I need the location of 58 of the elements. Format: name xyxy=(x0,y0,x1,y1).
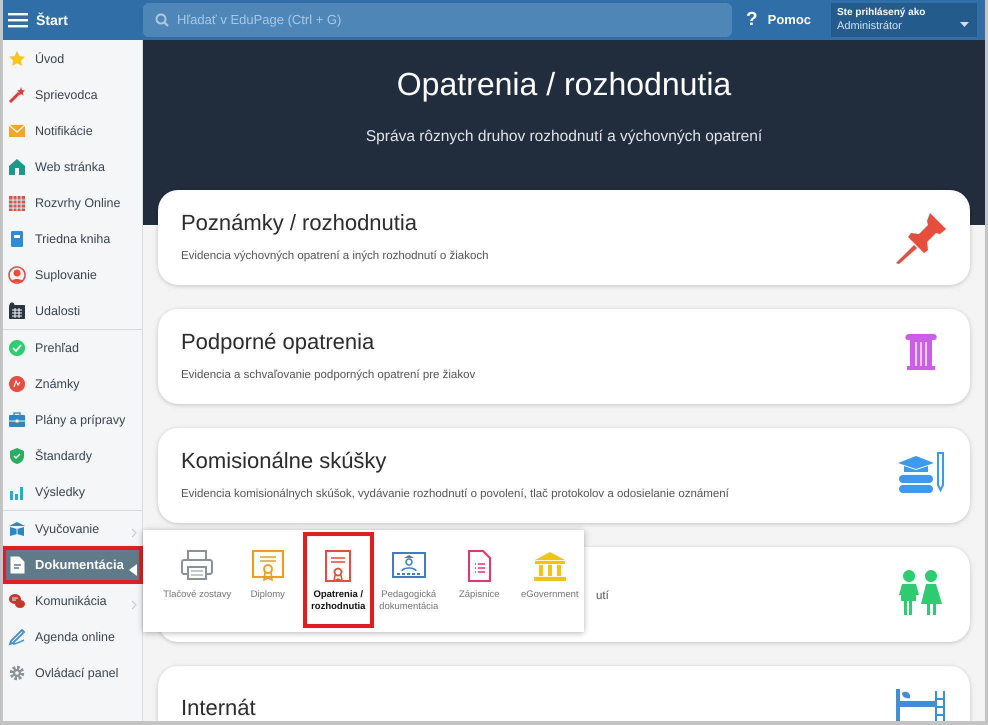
card-description: Evidencia a schvaľovanie podporných opatrení pre žiakov xyxy=(181,368,476,383)
card-title: Internát xyxy=(181,694,257,721)
sidebar-item[interactable]: Plány a prípravy xyxy=(3,402,142,438)
section-card[interactable]: Poznámky / rozhodnutia Evidencia výchovných opatrení a iných rozhodnutí o žiakoch xyxy=(158,190,970,285)
section-card[interactable]: Komisionálne skúšky Evidencia komisionálnych skúšok, vydávanie rozhodnutí o povolení, tlač protokolov a odosielanie oznámení xyxy=(158,428,970,523)
chat-bubbles-icon xyxy=(8,592,26,610)
sidebar-item[interactable]: Dokumentácia xyxy=(3,547,142,583)
sidebar-item[interactable]: Udalosti xyxy=(3,293,142,329)
card-title: Podporné opatrenia xyxy=(181,329,376,356)
magic-wand-icon xyxy=(8,86,26,104)
sidebar-item[interactable]: Rozvrhy Online xyxy=(3,185,142,221)
sidebar-item[interactable]: Web stránka xyxy=(3,149,142,185)
sidebar-item[interactable]: Štandardy xyxy=(3,438,142,474)
sidebar-item[interactable]: Sprievodca xyxy=(3,77,142,113)
document-icon xyxy=(8,556,26,574)
sidebar-item[interactable]: Vyučovanie xyxy=(3,511,142,547)
start-menu-button[interactable]: Štart xyxy=(3,0,143,40)
gear-icon xyxy=(8,664,26,682)
page-subtitle: Správa rôznych druhov rozhodnutí a výchovných opatrení xyxy=(364,127,764,148)
sidebar-item[interactable]: Komunikácia xyxy=(3,583,142,619)
sidebar-item[interactable]: Známky xyxy=(3,366,142,402)
diploma-icon xyxy=(250,549,286,583)
help-button[interactable]: ? Pomoc xyxy=(732,0,831,40)
sidebar-item[interactable]: Úvod xyxy=(3,41,142,77)
card-description: Evidencia výchovných opatrení a iných rozhodnutí o žiakoch xyxy=(181,248,490,264)
check-circle-icon xyxy=(8,339,26,357)
section-card[interactable]: Internát xyxy=(158,666,970,721)
search-field[interactable]: Hľadať v EduPage (Ctrl + G) xyxy=(143,3,732,37)
calendar-grid-icon xyxy=(8,194,26,212)
sidebar-item[interactable]: Triedna kniha xyxy=(3,221,142,257)
printer-icon xyxy=(179,549,216,583)
menu-icon xyxy=(8,12,28,28)
notebook-icon xyxy=(8,230,26,248)
person-circle-icon xyxy=(8,266,26,284)
card-title: Poznámky / rozhodnutia xyxy=(181,210,418,237)
house-icon xyxy=(8,158,26,176)
pushpin-icon xyxy=(894,210,948,264)
sidebar-item[interactable]: Notifikácie xyxy=(3,113,142,149)
grade-circle-icon xyxy=(8,375,26,393)
page-title: Opatrenia / rozhodnutia xyxy=(396,65,732,104)
government-building-icon xyxy=(532,549,568,583)
user-menu[interactable]: Ste prihlásený ako Administrátor xyxy=(831,3,977,37)
envelope-icon xyxy=(8,122,26,140)
pen-icon xyxy=(8,628,26,646)
sidebar-item[interactable]: Agenda online xyxy=(3,619,142,655)
section-card[interactable]: Podporné opatrenia Evidencia a schvaľovanie podporných opatrení pre žiakov xyxy=(158,309,970,404)
card-description: utí xyxy=(596,588,609,604)
sidebar-item[interactable]: Ovládací panel xyxy=(3,655,142,691)
caret-icon xyxy=(960,22,969,27)
calendar-icon xyxy=(8,302,26,320)
briefcase-icon xyxy=(8,411,26,429)
sidebar-item[interactable]: Suplovanie xyxy=(3,257,142,293)
sidebar-item[interactable]: Prehľad xyxy=(3,330,142,366)
card-description: Evidencia komisionálnych skúšok, vydávanie rozhodnutí o povolení, tlač protokolov a odosielanie oznámení xyxy=(181,486,730,502)
star-icon xyxy=(8,50,26,68)
card-title: Komisionálne skúšky xyxy=(181,448,388,475)
sidebar-item[interactable]: Výsledky xyxy=(3,474,142,510)
shield-check-icon xyxy=(8,447,26,465)
